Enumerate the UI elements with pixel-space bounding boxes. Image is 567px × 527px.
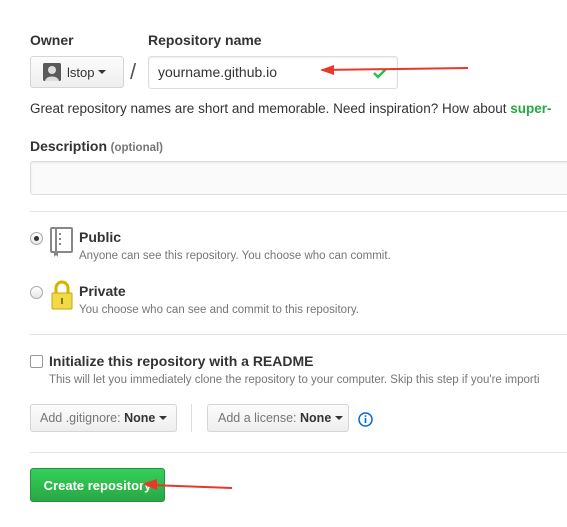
owner-dropdown[interactable]: lstop bbox=[30, 56, 124, 88]
divider bbox=[30, 211, 567, 212]
repo-book-icon bbox=[50, 227, 73, 257]
owner-repo-separator: / bbox=[130, 59, 137, 84]
description-input[interactable] bbox=[30, 161, 567, 195]
license-value: None bbox=[300, 411, 332, 425]
gitignore-value: None bbox=[124, 411, 156, 425]
gitignore-prefix: Add .gitignore: bbox=[40, 411, 121, 425]
user-avatar-icon bbox=[43, 63, 61, 81]
avatar bbox=[43, 63, 61, 81]
public-radio[interactable] bbox=[30, 232, 43, 245]
readme-label: Initialize this repository with a README bbox=[49, 353, 314, 369]
chevron-down-icon bbox=[159, 416, 168, 420]
hint-text: Great repository names are short and mem… bbox=[30, 101, 511, 116]
annotation-arrow-icon bbox=[142, 479, 233, 490]
public-desc: Anyone can see this repository. You choo… bbox=[79, 250, 391, 262]
readme-desc: This will let you immediately clone the … bbox=[49, 374, 540, 386]
repo-name-hint: Great repository names are short and mem… bbox=[30, 101, 552, 116]
description-label: Description (optional) bbox=[30, 138, 163, 154]
repo-name-value: yourname.github.io bbox=[158, 64, 278, 80]
divider bbox=[191, 404, 192, 432]
suggestion-link[interactable]: super- bbox=[510, 101, 551, 116]
repo-name-label: Repository name bbox=[148, 32, 262, 48]
private-title: Private bbox=[79, 283, 126, 299]
divider bbox=[30, 334, 567, 335]
license-prefix: Add a license: bbox=[218, 411, 297, 425]
divider bbox=[30, 452, 567, 453]
description-optional: (optional) bbox=[110, 142, 164, 154]
description-label-text: Description bbox=[30, 138, 108, 154]
license-dropdown[interactable]: Add a license: None bbox=[207, 404, 349, 432]
chevron-down-icon bbox=[98, 70, 107, 74]
owner-label: Owner bbox=[30, 32, 74, 48]
private-desc: You choose who can see and commit to thi… bbox=[79, 304, 359, 316]
annotation-arrow-icon bbox=[320, 65, 469, 75]
info-icon[interactable] bbox=[358, 412, 373, 427]
gitignore-dropdown[interactable]: Add .gitignore: None bbox=[30, 404, 177, 432]
readme-checkbox[interactable] bbox=[30, 355, 43, 368]
public-title: Public bbox=[79, 229, 122, 245]
private-radio[interactable] bbox=[30, 286, 43, 299]
chevron-down-icon bbox=[335, 416, 344, 420]
owner-username: lstop bbox=[67, 64, 95, 80]
lock-icon bbox=[51, 280, 73, 310]
